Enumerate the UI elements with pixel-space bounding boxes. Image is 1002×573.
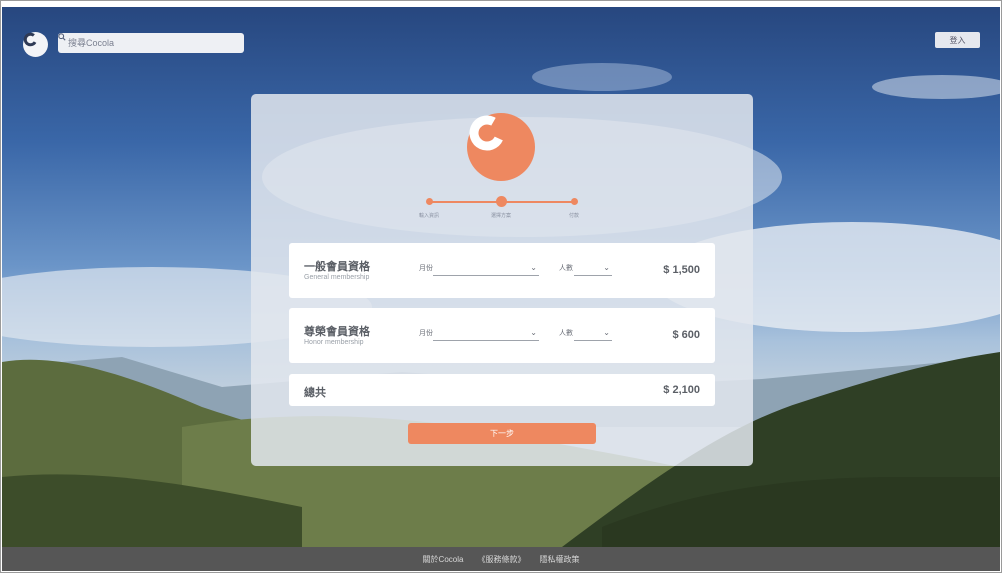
step-label-2: 選擇方案 [490,213,511,219]
step-dot-3 [571,198,578,205]
cocola-home-logo[interactable] [23,32,48,57]
cocola-logo-icon [469,115,505,151]
month-select[interactable]: ⌄ [433,263,539,276]
plan-title: 尊榮會員資格 [304,326,370,338]
people-label: 人數 [559,330,573,337]
next-step-button[interactable]: 下一步 [408,423,596,444]
brand-logo [467,113,535,181]
plan-subtitle: General membership [304,274,370,281]
plan-row-general: 一般會員資格 General membership 月份 ⌄ 人數 ⌄ $ 1,… [289,243,715,298]
footer: 關於Cocola 《服務條款》 隱私權政策 [2,547,1000,571]
people-select[interactable]: ⌄ [574,328,612,341]
login-button[interactable]: 登入 [935,32,980,48]
chevron-down-icon: ⌄ [603,263,610,272]
plan-price: $ 1,500 [663,264,700,276]
month-label: 月份 [419,330,433,337]
search-bar[interactable] [58,33,244,53]
footer-link-about[interactable]: 關於Cocola [423,554,464,565]
step-label-1: 輸入資訊 [418,213,439,219]
footer-link-terms[interactable]: 《服務條款》 [477,554,525,565]
plan-price: $ 600 [672,329,700,341]
search-input[interactable] [68,38,228,48]
chevron-down-icon: ⌄ [603,328,610,337]
cocola-logo-icon [23,32,38,47]
app-window: 登入 輸入資訊 選擇方案 付款 一般會員資格 General membershi… [0,0,1002,573]
membership-card: 輸入資訊 選擇方案 付款 一般會員資格 General membership 月… [251,94,753,466]
total-row: 總共 $ 2,100 [289,374,715,406]
chevron-down-icon: ⌄ [530,263,537,272]
progress-stepper: 輸入資訊 選擇方案 付款 [401,190,601,220]
plan-title: 一般會員資格 [304,261,370,273]
people-select[interactable]: ⌄ [574,263,612,276]
plan-row-honor: 尊榮會員資格 Honor membership 月份 ⌄ 人數 ⌄ $ 600 [289,308,715,363]
search-icon [58,33,66,41]
month-select[interactable]: ⌄ [433,328,539,341]
chevron-down-icon: ⌄ [530,328,537,337]
step-dot-1 [426,198,433,205]
month-label: 月份 [419,265,433,272]
total-label: 總共 [304,387,326,399]
plan-subtitle: Honor membership [304,339,364,346]
step-dot-2 [496,196,507,207]
mountain-background: 登入 輸入資訊 選擇方案 付款 一般會員資格 General membershi… [2,7,1000,547]
people-label: 人數 [559,265,573,272]
footer-link-privacy[interactable]: 隱私權政策 [539,554,579,565]
total-price: $ 2,100 [663,384,700,396]
step-label-3: 付款 [568,213,579,219]
